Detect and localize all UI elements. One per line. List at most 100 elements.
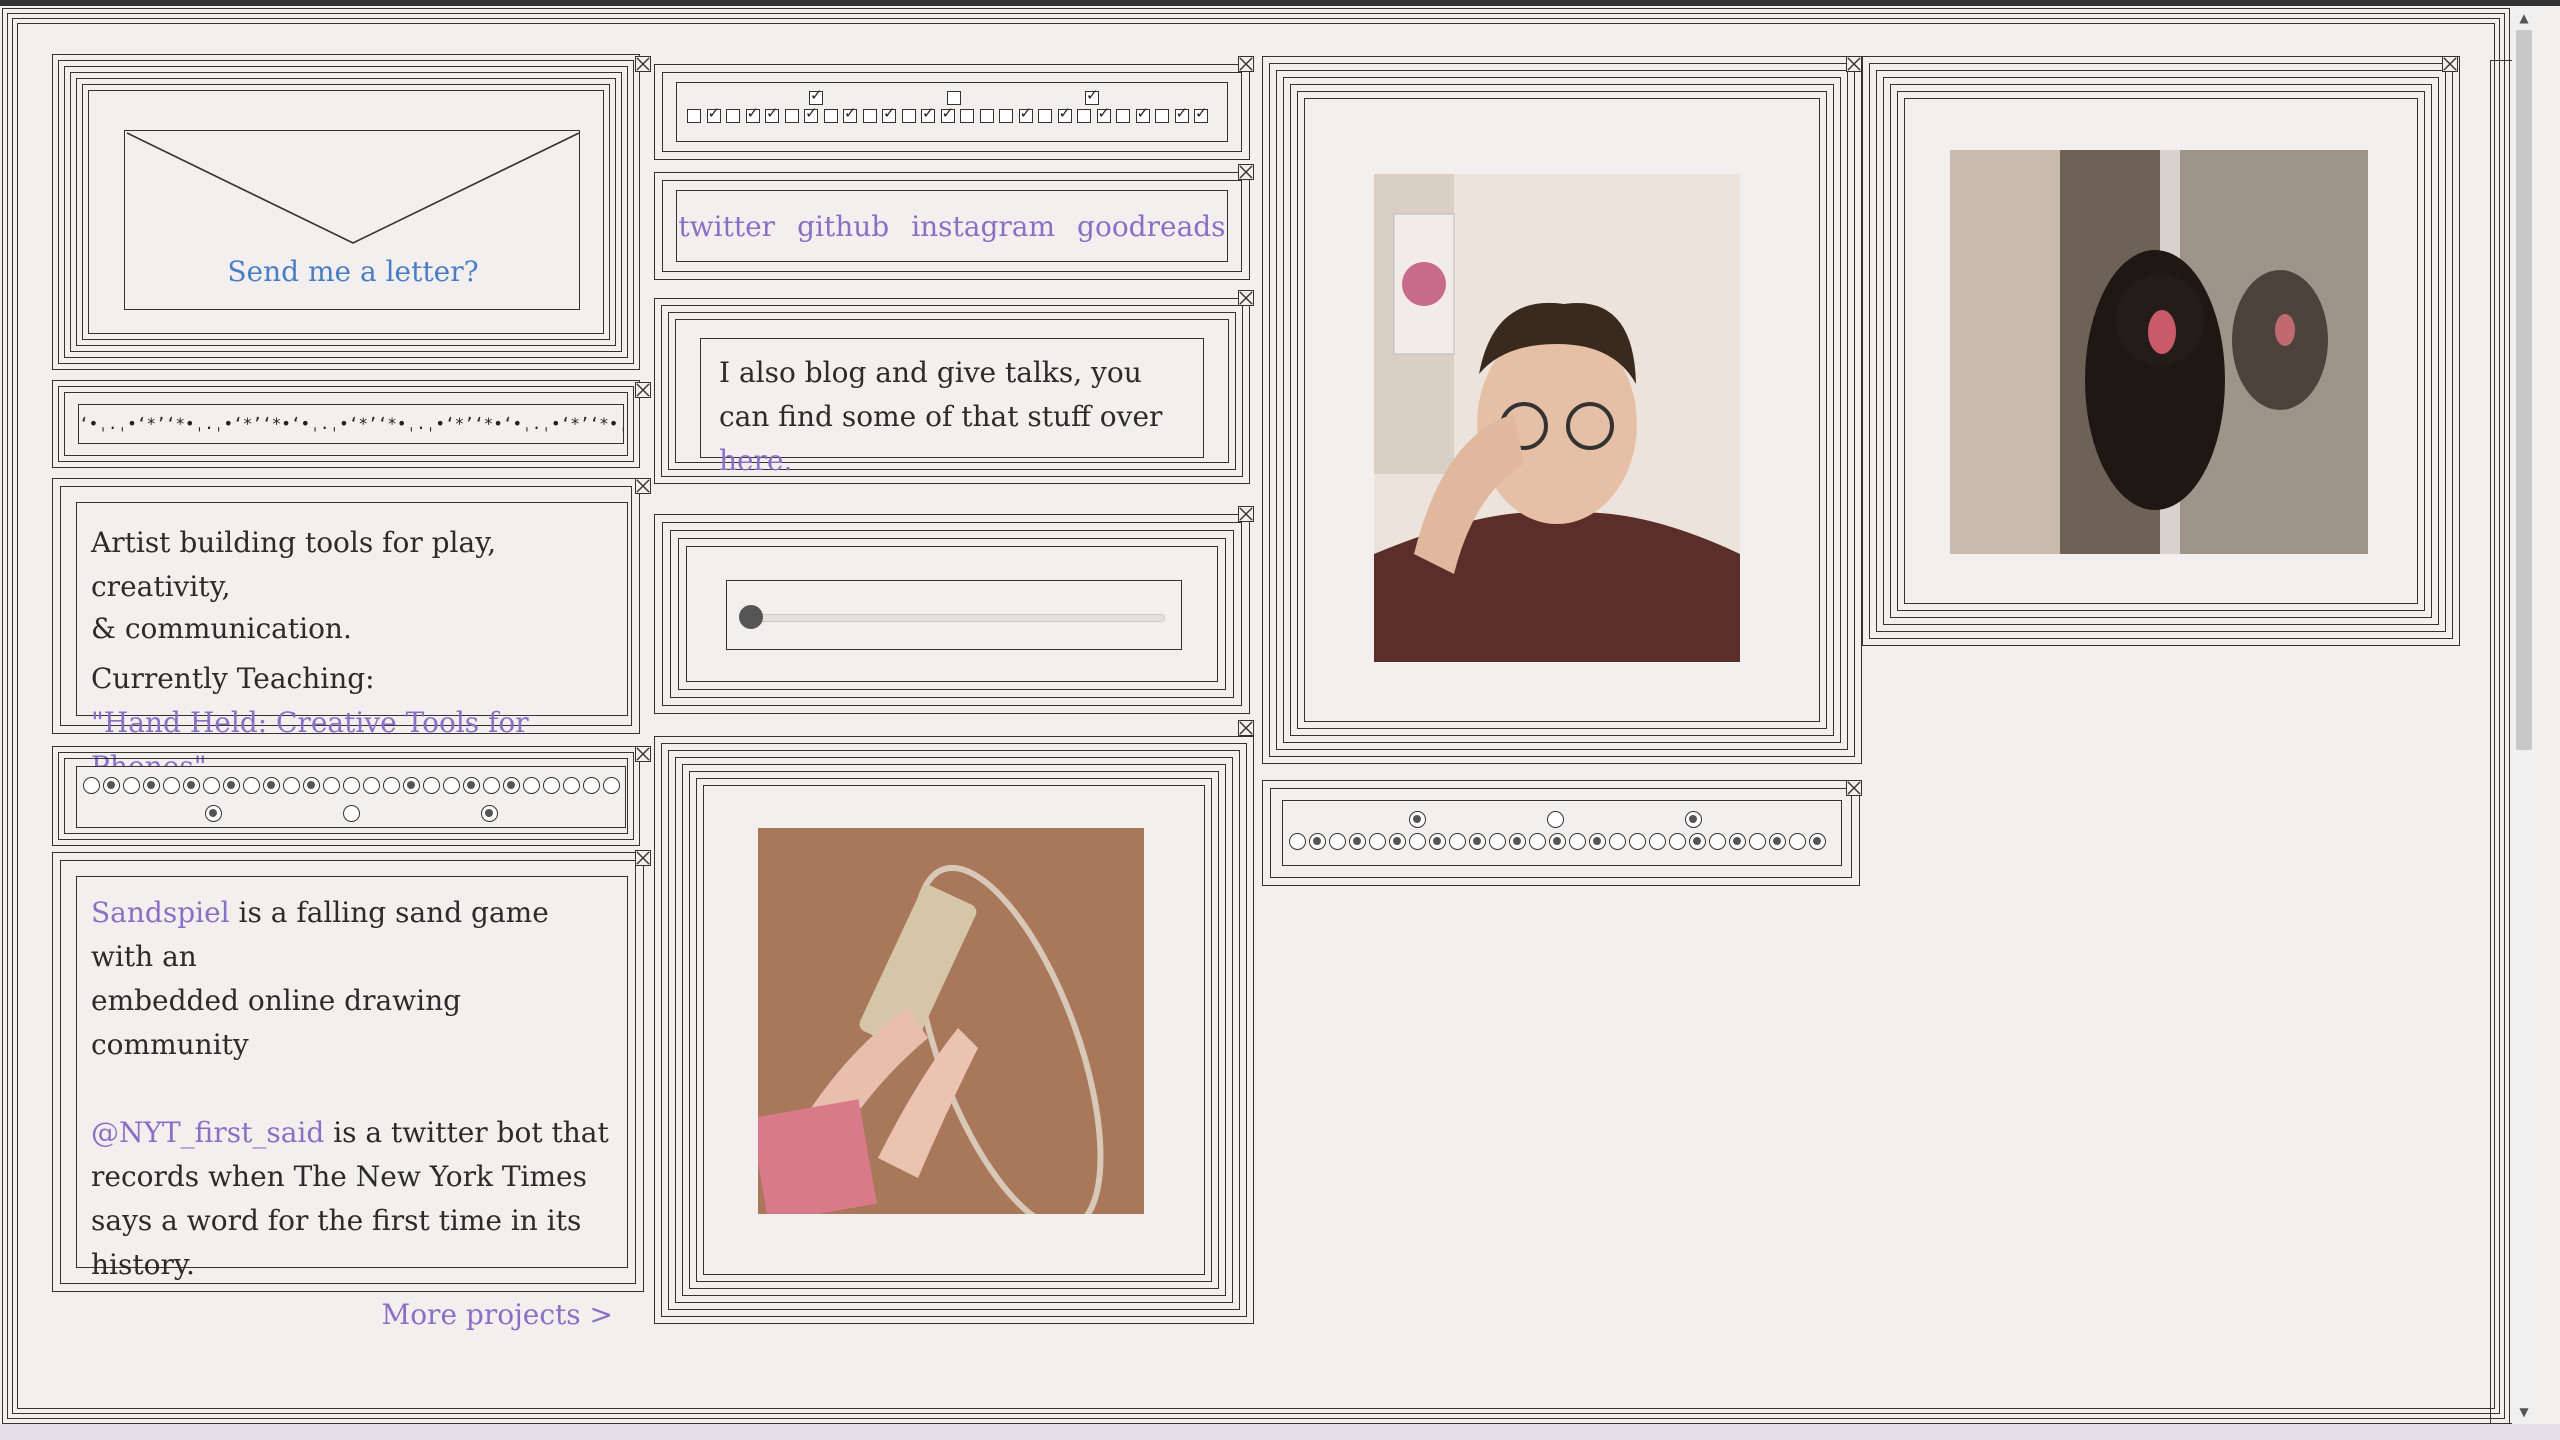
checkbox[interactable] bbox=[765, 104, 779, 123]
checkbox[interactable] bbox=[823, 109, 838, 123]
checkbox[interactable] bbox=[843, 104, 857, 123]
checkbox[interactable] bbox=[1077, 109, 1091, 123]
checkbox[interactable] bbox=[745, 104, 760, 123]
slider-track[interactable] bbox=[751, 614, 1165, 622]
radio-button[interactable] bbox=[563, 777, 580, 794]
radio-button[interactable] bbox=[603, 777, 620, 794]
radio-button[interactable] bbox=[343, 777, 360, 794]
close-icon[interactable] bbox=[2442, 56, 2458, 72]
radio-button[interactable] bbox=[543, 777, 560, 794]
scroll-up-arrow-icon[interactable]: ▲ bbox=[2516, 10, 2532, 26]
radio-button[interactable] bbox=[263, 777, 280, 794]
checkbox[interactable] bbox=[809, 86, 823, 105]
close-icon[interactable] bbox=[1238, 720, 1254, 736]
radio-button[interactable] bbox=[323, 777, 340, 794]
close-icon[interactable] bbox=[635, 850, 651, 866]
envelope[interactable]: Send me a letter? bbox=[124, 130, 580, 310]
radio-button[interactable] bbox=[1709, 833, 1726, 850]
radio-button[interactable] bbox=[1409, 833, 1426, 850]
radio-button[interactable] bbox=[1547, 811, 1564, 828]
checkbox[interactable] bbox=[1096, 104, 1111, 123]
radio-button[interactable] bbox=[123, 777, 140, 794]
close-icon[interactable] bbox=[1238, 506, 1254, 522]
checkbox[interactable] bbox=[862, 109, 877, 123]
close-icon[interactable] bbox=[635, 382, 651, 398]
checkbox[interactable] bbox=[1155, 109, 1169, 123]
checkbox[interactable] bbox=[726, 109, 740, 123]
radio-button[interactable] bbox=[1609, 833, 1626, 850]
social-link-instagram[interactable]: instagram bbox=[911, 210, 1055, 243]
radio-button[interactable] bbox=[103, 777, 120, 794]
checkbox[interactable] bbox=[940, 104, 955, 123]
close-icon[interactable] bbox=[1846, 780, 1862, 796]
more-projects-link[interactable]: More projects > bbox=[91, 1293, 613, 1337]
radio-button[interactable] bbox=[443, 777, 460, 794]
social-link-twitter[interactable]: twitter bbox=[678, 210, 775, 243]
radio-button[interactable] bbox=[1729, 833, 1746, 850]
checkbox[interactable] bbox=[1085, 86, 1099, 105]
radio-button[interactable] bbox=[143, 777, 160, 794]
radio-button[interactable] bbox=[1349, 833, 1366, 850]
radio-button[interactable] bbox=[1469, 833, 1486, 850]
checkbox[interactable] bbox=[999, 109, 1013, 123]
radio-button[interactable] bbox=[383, 777, 400, 794]
close-icon[interactable] bbox=[1846, 56, 1862, 72]
slider-thumb[interactable] bbox=[739, 605, 763, 629]
social-link-github[interactable]: github bbox=[797, 210, 889, 243]
radio-button[interactable] bbox=[1409, 811, 1426, 828]
nyt-first-said-link[interactable]: @NYT_first_said bbox=[91, 1116, 324, 1149]
close-icon[interactable] bbox=[1238, 56, 1254, 72]
close-icon[interactable] bbox=[635, 56, 651, 72]
checkbox[interactable] bbox=[1057, 104, 1072, 123]
social-link-goodreads[interactable]: goodreads bbox=[1077, 210, 1226, 243]
radio-button[interactable] bbox=[1689, 833, 1706, 850]
radio-button[interactable] bbox=[481, 805, 498, 822]
checkbox[interactable] bbox=[960, 109, 974, 123]
radio-button[interactable] bbox=[1769, 833, 1786, 850]
radio-button[interactable] bbox=[1489, 833, 1506, 850]
radio-button[interactable] bbox=[1589, 833, 1606, 850]
radio-button[interactable] bbox=[523, 777, 540, 794]
radio-button[interactable] bbox=[1369, 833, 1386, 850]
radio-button[interactable] bbox=[1685, 811, 1702, 828]
radio-button[interactable] bbox=[483, 777, 500, 794]
checkbox[interactable] bbox=[804, 104, 818, 123]
scroll-down-arrow-icon[interactable]: ▼ bbox=[2516, 1404, 2532, 1420]
checkbox[interactable] bbox=[687, 109, 701, 123]
radio-button[interactable] bbox=[1509, 833, 1526, 850]
checkbox[interactable] bbox=[706, 104, 721, 123]
radio-button[interactable] bbox=[1429, 833, 1446, 850]
checkbox[interactable] bbox=[979, 109, 994, 123]
radio-button[interactable] bbox=[1309, 833, 1326, 850]
radio-button[interactable] bbox=[1809, 833, 1826, 850]
radio-button[interactable] bbox=[463, 777, 480, 794]
radio-button[interactable] bbox=[223, 777, 240, 794]
checkbox[interactable] bbox=[1194, 104, 1208, 123]
checkbox[interactable] bbox=[882, 104, 896, 123]
radio-button[interactable] bbox=[1329, 833, 1346, 850]
checkbox[interactable] bbox=[1135, 104, 1150, 123]
radio-button[interactable] bbox=[1449, 833, 1466, 850]
radio-button[interactable] bbox=[1749, 833, 1766, 850]
radio-button[interactable] bbox=[1629, 833, 1646, 850]
radio-button[interactable] bbox=[503, 777, 520, 794]
radio-button[interactable] bbox=[1569, 833, 1586, 850]
checkbox[interactable] bbox=[947, 91, 961, 105]
send-letter-link[interactable]: Send me a letter? bbox=[125, 255, 581, 288]
close-icon[interactable] bbox=[635, 478, 651, 494]
radio-button[interactable] bbox=[205, 805, 222, 822]
scrollbar-thumb[interactable] bbox=[2516, 30, 2532, 750]
close-icon[interactable] bbox=[635, 746, 651, 762]
close-icon[interactable] bbox=[1238, 290, 1254, 306]
radio-button[interactable] bbox=[1549, 833, 1566, 850]
radio-button[interactable] bbox=[163, 777, 180, 794]
radio-button[interactable] bbox=[403, 777, 420, 794]
blog-here-link[interactable]: here. bbox=[719, 444, 792, 477]
radio-button[interactable] bbox=[243, 777, 260, 794]
checkbox[interactable] bbox=[1116, 109, 1130, 123]
radio-button[interactable] bbox=[83, 777, 100, 794]
radio-button[interactable] bbox=[583, 777, 600, 794]
checkbox[interactable] bbox=[1018, 104, 1033, 123]
sandspiel-link[interactable]: Sandspiel bbox=[91, 896, 230, 929]
radio-button[interactable] bbox=[1289, 833, 1306, 850]
